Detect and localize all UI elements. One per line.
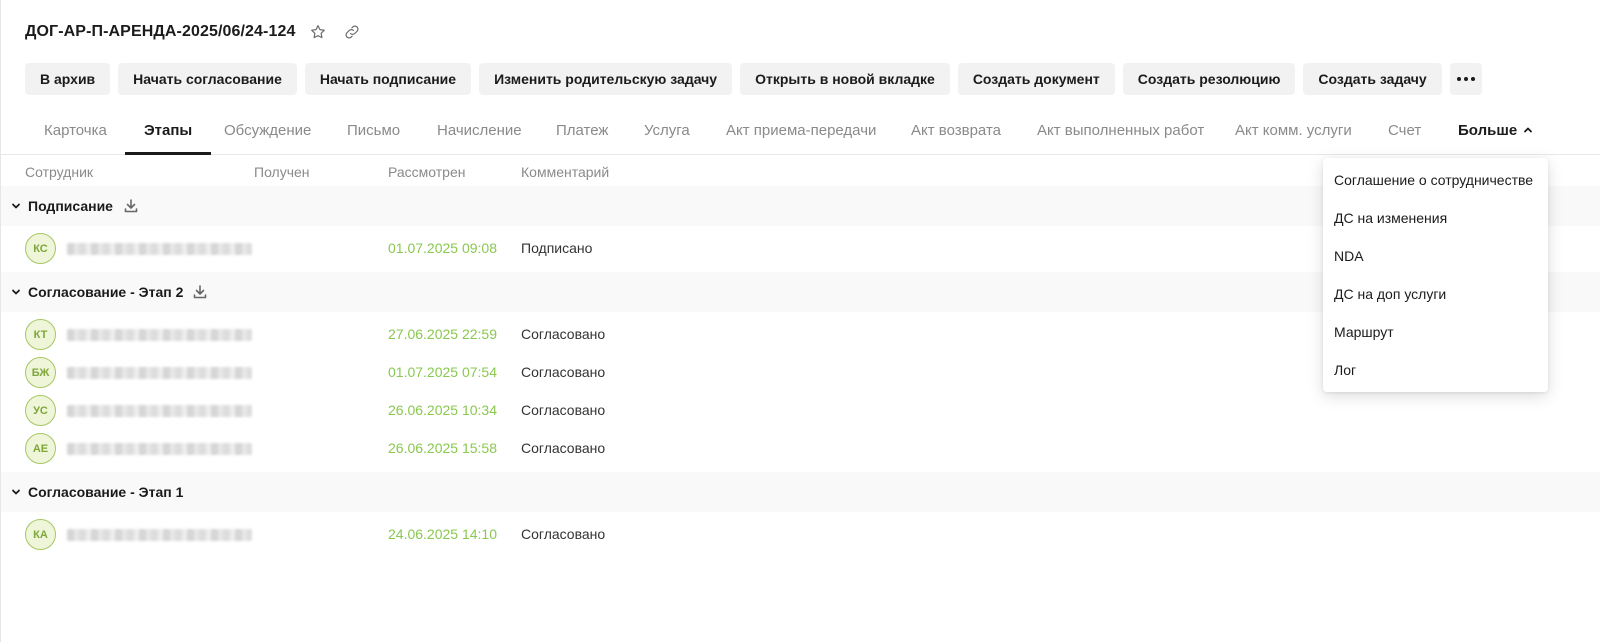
table-row[interactable]: АЕ 26.06.2025 15:58 Согласовано [1, 429, 1600, 467]
table-row[interactable]: УС 26.06.2025 10:34 Согласовано [1, 391, 1600, 429]
star-icon[interactable] [307, 21, 329, 43]
comment-text: Согласовано [521, 402, 606, 418]
create-document-button[interactable]: Создать документ [957, 63, 1115, 95]
comment-text: Согласовано [521, 440, 606, 456]
comment-text: Согласовано [521, 326, 606, 342]
menu-item-route[interactable]: Маршрут [1323, 313, 1548, 351]
avatar: АЕ [25, 433, 56, 464]
group-title: Согласование - Этап 2 [28, 284, 184, 300]
tab-more[interactable]: Больше [1458, 106, 1533, 154]
column-header-employee[interactable]: Сотрудник [25, 164, 93, 180]
create-resolution-button[interactable]: Создать резолюцию [1122, 63, 1296, 95]
document-page: ДОГ-АР-П-АРЕНДА-2025/06/24-124 В архив Н… [0, 0, 1600, 642]
create-task-button[interactable]: Создать задачу [1303, 63, 1442, 95]
reviewed-date: 24.06.2025 14:10 [388, 526, 497, 542]
more-actions-button[interactable] [1449, 63, 1482, 95]
employee-name-redacted [67, 529, 252, 541]
menu-item-change-addendum[interactable]: ДС на изменения [1323, 199, 1548, 237]
column-header-received[interactable]: Получен [254, 164, 310, 180]
avatar: КА [25, 519, 56, 550]
reviewed-date: 01.07.2025 07:54 [388, 364, 497, 380]
reviewed-date: 26.06.2025 15:58 [388, 440, 497, 456]
employee-name-redacted [67, 443, 252, 455]
tab-accrual[interactable]: Начисление [437, 106, 522, 154]
group-title: Подписание [28, 198, 113, 214]
avatar: УС [25, 395, 56, 426]
group-header-approval-stage-1[interactable]: Согласование - Этап 1 [1, 472, 1600, 512]
archive-button[interactable]: В архив [25, 63, 111, 95]
tab-works-act[interactable]: Акт выполненных работ [1037, 106, 1204, 154]
employee-name-redacted [67, 243, 252, 255]
employee-name-redacted [67, 329, 252, 341]
title-row: ДОГ-АР-П-АРЕНДА-2025/06/24-124 [25, 20, 363, 44]
start-signing-button[interactable]: Начать подписание [304, 63, 472, 95]
tab-invoice[interactable]: Счет [1388, 106, 1421, 154]
tab-stages[interactable]: Этапы [124, 106, 212, 155]
chevron-down-icon[interactable] [11, 201, 21, 211]
table-row[interactable]: КА 24.06.2025 14:10 Согласовано [1, 515, 1600, 553]
menu-item-extra-services-addendum[interactable]: ДС на доп услуги [1323, 275, 1548, 313]
avatar: КТ [25, 319, 56, 350]
chevron-down-icon[interactable] [11, 287, 21, 297]
column-header-comment[interactable]: Комментарий [521, 164, 609, 180]
reviewed-date: 01.07.2025 09:08 [388, 240, 497, 256]
reviewed-date: 27.06.2025 22:59 [388, 326, 497, 342]
tab-service[interactable]: Услуга [644, 106, 690, 154]
avatar: КС [25, 233, 56, 264]
change-parent-task-button[interactable]: Изменить родительскую задачу [479, 63, 733, 95]
more-dots-icon [1456, 77, 1475, 81]
download-icon[interactable] [123, 198, 139, 214]
tab-card[interactable]: Карточка [44, 106, 107, 154]
chevron-down-icon[interactable] [11, 487, 21, 497]
menu-item-cooperation-agreement[interactable]: Соглашение о сотрудничестве [1323, 161, 1548, 199]
avatar: БЖ [25, 357, 56, 388]
menu-item-log[interactable]: Лог [1323, 351, 1548, 389]
tab-bar: Карточка Этапы Обсуждение Письмо Начисле… [1, 106, 1600, 155]
comment-text: Подписано [521, 240, 593, 256]
download-icon[interactable] [192, 284, 208, 300]
action-toolbar: В архив Начать согласование Начать подпи… [25, 63, 1482, 95]
tab-letter[interactable]: Письмо [347, 106, 400, 154]
start-approval-button[interactable]: Начать согласование [118, 63, 297, 95]
column-header-reviewed[interactable]: Рассмотрен [388, 164, 465, 180]
chevron-up-icon [1524, 127, 1533, 133]
open-new-tab-button[interactable]: Открыть в новой вкладке [740, 63, 950, 95]
more-tabs-dropdown: Соглашение о сотрудничестве ДС на измене… [1323, 158, 1548, 392]
tab-discussion[interactable]: Обсуждение [224, 106, 311, 154]
tab-payment[interactable]: Платеж [556, 106, 608, 154]
employee-name-redacted [67, 367, 252, 379]
tab-more-label: Больше [1458, 121, 1518, 139]
group-title: Согласование - Этап 1 [28, 484, 184, 500]
link-icon[interactable] [341, 21, 363, 43]
comment-text: Согласовано [521, 526, 606, 542]
comment-text: Согласовано [521, 364, 606, 380]
employee-name-redacted [67, 405, 252, 417]
tab-utility-act[interactable]: Акт комм. услуги [1235, 106, 1352, 154]
tab-transfer-act[interactable]: Акт приема-передачи [726, 106, 876, 154]
tab-return-act[interactable]: Акт возврата [911, 106, 1001, 154]
page-title: ДОГ-АР-П-АРЕНДА-2025/06/24-124 [25, 23, 296, 40]
menu-item-nda[interactable]: NDA [1323, 237, 1548, 275]
reviewed-date: 26.06.2025 10:34 [388, 402, 497, 418]
